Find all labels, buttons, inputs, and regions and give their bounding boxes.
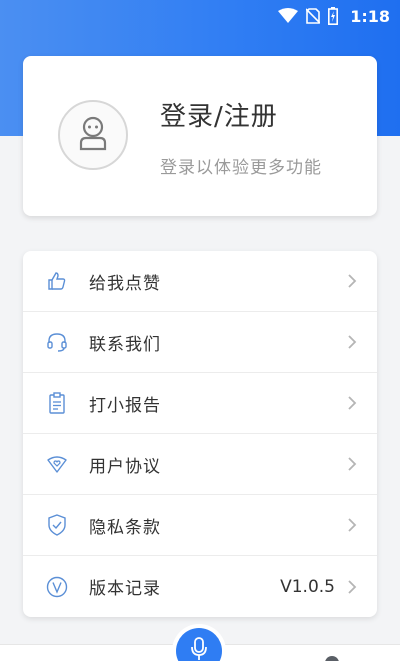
login-subtitle: 登录以体验更多功能 [160, 158, 322, 178]
microphone-button[interactable] [176, 628, 222, 661]
menu-item-privacy[interactable]: 隐私条款 [23, 495, 377, 556]
chevron-right-icon [345, 579, 359, 594]
chevron-right-icon [345, 274, 359, 288]
avatar[interactable] [58, 100, 128, 170]
menu-item-contact[interactable]: 联系我们 [23, 312, 377, 373]
thumbs-up-icon [45, 269, 69, 293]
menu-item-label: 打小报告 [89, 395, 161, 416]
user-avatar-icon [76, 115, 110, 155]
settings-menu: 给我点赞 联系我们 打小报告 用户协议 隐私条款 版本记录 V1.0.5 [23, 251, 377, 617]
menu-item-like[interactable]: 给我点赞 [23, 251, 377, 312]
menu-item-user-agreement[interactable]: 用户协议 [23, 434, 377, 495]
login-register-title[interactable]: 登录/注册 [160, 96, 278, 133]
battery-charging-icon [328, 7, 339, 25]
chevron-right-icon [345, 457, 359, 471]
microphone-icon [190, 637, 208, 661]
menu-item-label: 用户协议 [89, 456, 161, 477]
sim-off-icon [306, 8, 321, 24]
menu-item-label: 给我点赞 [89, 273, 161, 294]
menu-item-version[interactable]: 版本记录 V1.0.5 [23, 556, 377, 617]
wifi-icon [278, 8, 299, 24]
heart-shield-icon [45, 452, 69, 476]
version-v-icon [45, 575, 69, 599]
menu-item-label: 隐私条款 [89, 517, 161, 538]
clipboard-icon [45, 391, 69, 415]
profile-card[interactable]: 登录/注册 登录以体验更多功能 [23, 56, 377, 216]
status-time: 1:18 [350, 6, 390, 26]
menu-item-label: 联系我们 [89, 334, 161, 355]
headset-icon [45, 330, 69, 354]
menu-item-report[interactable]: 打小报告 [23, 373, 377, 434]
status-bar: 1:18 [0, 0, 400, 32]
chevron-right-icon [345, 396, 359, 410]
menu-item-label: 版本记录 [89, 579, 161, 599]
version-number: V1.0.5 [280, 576, 335, 597]
chevron-right-icon [345, 335, 359, 349]
chevron-right-icon [345, 518, 359, 532]
shield-check-icon [45, 513, 69, 537]
